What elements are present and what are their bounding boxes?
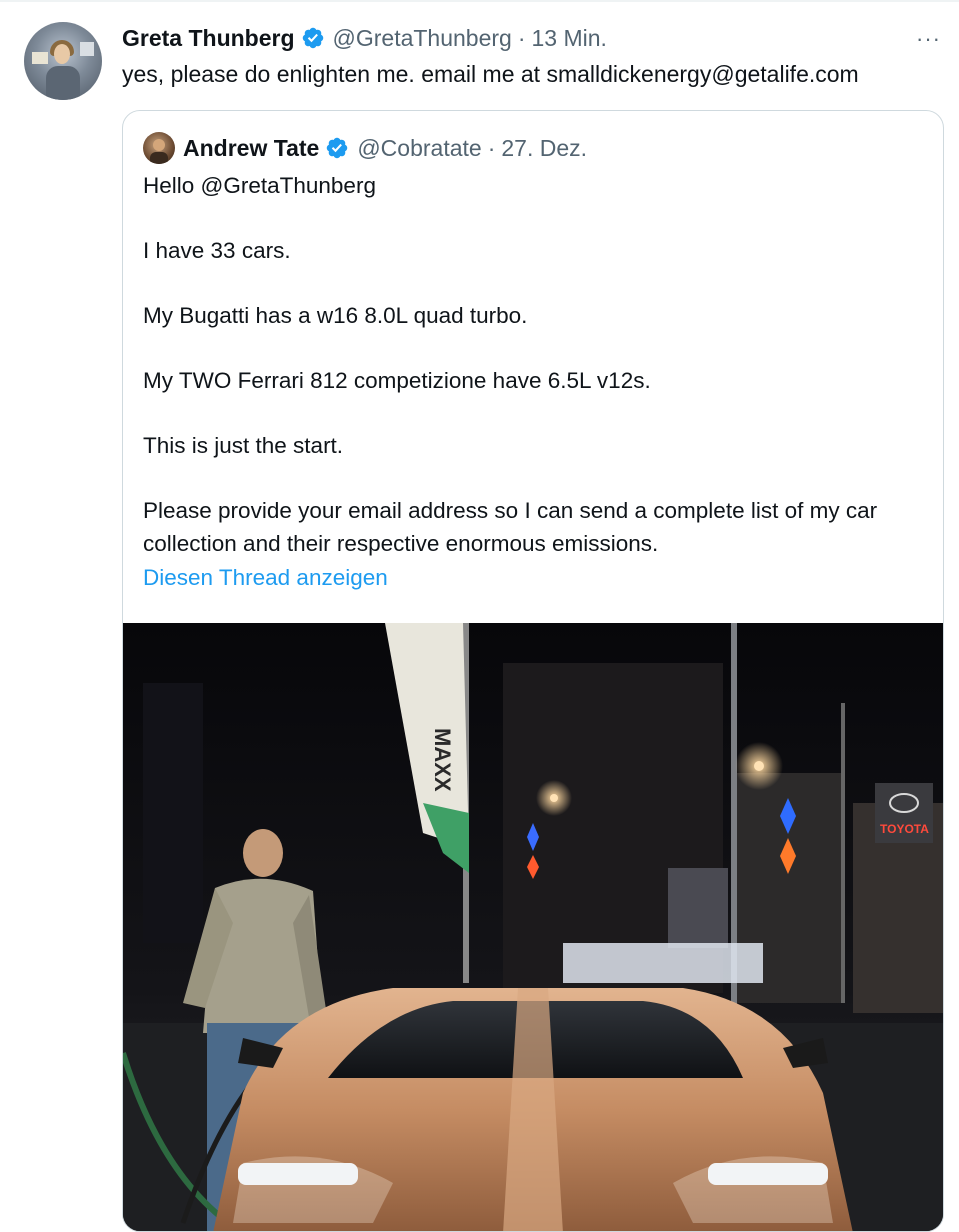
quoted-photo[interactable]: MAXX TOYOTA [123, 623, 943, 1231]
quoted-author-name: Andrew Tate [183, 134, 320, 161]
quoted-paragraph: My Bugatti has a w16 8.0L quad turbo. [143, 303, 528, 328]
quoted-paragraph: My TWO Ferrari 812 competizione have 6.5… [143, 368, 651, 393]
quoted-text: Hello @GretaThunberg I have 33 cars. My … [143, 169, 923, 560]
quoted-paragraph: I have 33 cars. [143, 238, 291, 263]
quoted-paragraph: This is just the start. [143, 433, 344, 458]
tweet-time[interactable]: 13 Min. [532, 25, 607, 52]
tweet-text: yes, please do enlighten me. email me at… [122, 61, 859, 87]
separator-dot: · [517, 24, 526, 51]
quoted-paragraph: Please provide your email address so I c… [143, 498, 878, 556]
show-thread-link[interactable]: Diesen Thread anzeigen [143, 565, 388, 591]
night-gas-station-scene: MAXX TOYOTA [123, 623, 943, 1231]
banner-text: MAXX [430, 728, 455, 792]
tweet-header: Greta Thunberg @GretaThunberg · 13 Min. [122, 22, 607, 54]
verified-badge-icon [327, 137, 348, 159]
greta-avatar[interactable] [24, 22, 102, 100]
more-options-icon[interactable]: ··· [916, 26, 941, 52]
quoted-tweet-card[interactable]: Andrew Tate @Cobratate · 27. Dez. Hello … [122, 110, 944, 1232]
dealer-sign-text: TOYOTA [880, 822, 929, 836]
verified-badge-icon [302, 27, 323, 49]
quoted-author-handle: @Cobratate [357, 134, 482, 161]
quoted-time: 27. Dez. [501, 134, 588, 161]
tate-avatar [143, 132, 175, 164]
top-divider [0, 0, 959, 2]
quoted-paragraph: Hello @GretaThunberg [143, 173, 376, 198]
separator-dot: · [487, 134, 496, 161]
quoted-header: Andrew Tate @Cobratate · 27. Dez. [143, 131, 587, 165]
author-name[interactable]: Greta Thunberg [122, 25, 295, 52]
author-handle[interactable]: @GretaThunberg [333, 25, 512, 52]
